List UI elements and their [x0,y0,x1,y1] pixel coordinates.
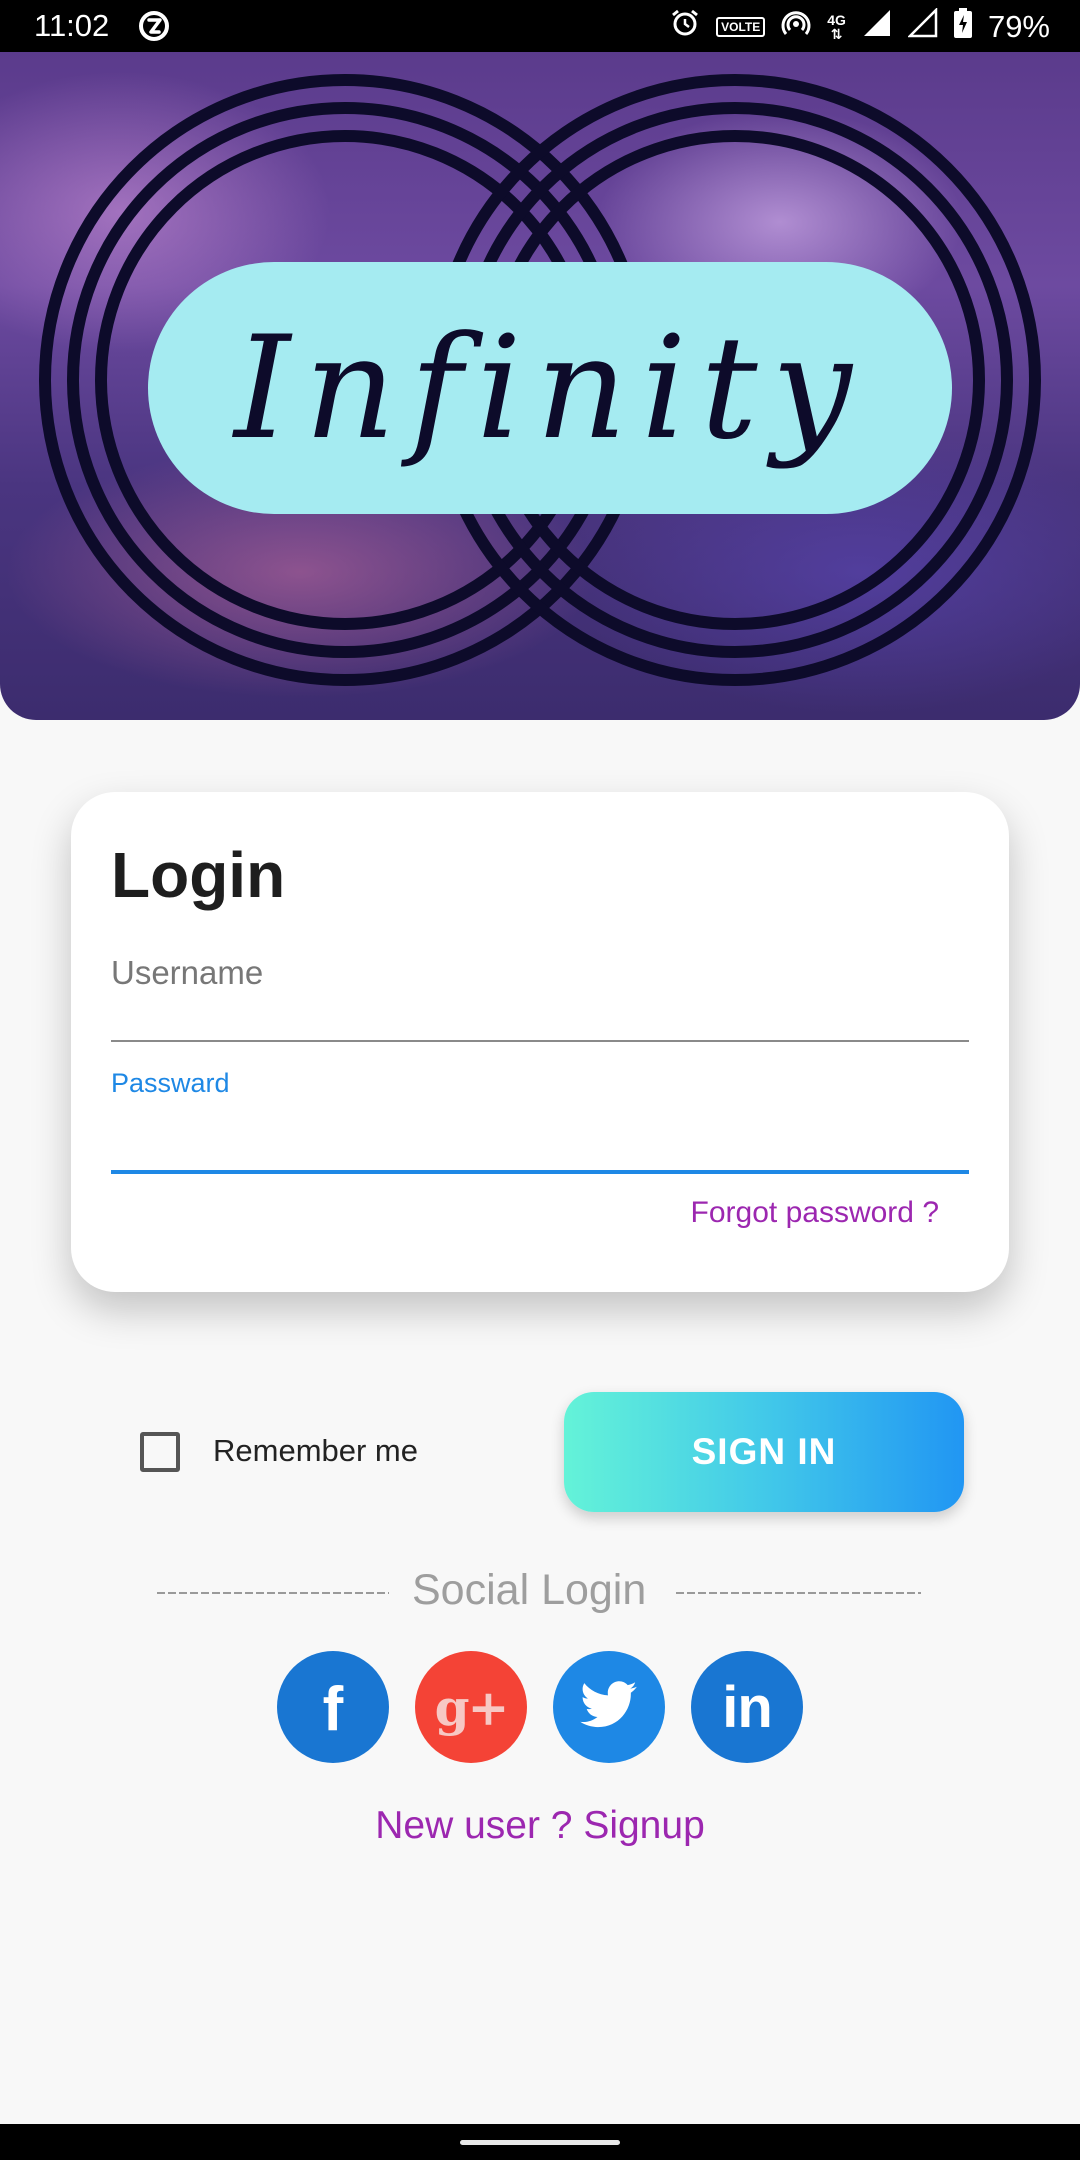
google-plus-icon: g+ [434,1677,510,1737]
do-not-disturb-icon [138,10,170,50]
google-plus-login-button[interactable]: g+ [415,1651,527,1763]
login-title: Login [111,839,286,911]
network-type-label: 4G [827,12,846,28]
4g-data-icon: 4G ⇅ [827,12,846,42]
login-card: Login Username Passward Forgot password … [71,792,1009,1292]
volte-icon: VOLTE [716,17,766,37]
signup-link[interactable]: New user ? Signup [0,1804,1080,1848]
linkedin-icon: in [722,1674,773,1740]
battery-charging-icon [953,8,972,46]
remember-me-label[interactable]: Remember me [213,1433,418,1469]
facebook-login-button[interactable]: f [277,1651,389,1763]
signal-empty-icon [906,6,938,46]
password-field[interactable] [111,1170,969,1174]
status-time: 11:02 [34,8,110,43]
status-bar: 11:02 VOLTE 4G ⇅ 79% [0,0,1080,52]
divider-left [157,1592,389,1594]
facebook-icon: f [322,1674,344,1744]
divider-right [676,1592,921,1594]
logo-pill: Infinity [148,262,952,514]
twitter-icon [580,1680,638,1734]
social-login-title: Social Login [412,1566,647,1614]
login-screen: 11:02 VOLTE 4G ⇅ 79% Infinity Login User… [0,0,1080,2160]
alarm-icon [670,8,700,46]
linkedin-login-button[interactable]: in [691,1651,803,1763]
username-underline [111,1040,969,1042]
app-logo-text: Infinity [234,305,866,471]
sign-in-button[interactable]: SIGN IN [564,1392,964,1512]
forgot-password-link[interactable]: Forgot password ? [691,1196,939,1230]
status-icons: VOLTE 4G ⇅ 79% [670,6,1050,46]
hotspot-icon [781,8,811,46]
signal-full-icon [862,8,892,46]
remember-me-checkbox[interactable] [140,1432,180,1472]
navigation-bar [0,2124,1080,2160]
password-field-label: Passward [111,1068,230,1098]
header-banner: Infinity [0,52,1080,720]
social-login-divider: Social Login [0,1566,1080,1618]
home-gesture-handle[interactable] [460,2140,620,2145]
twitter-login-button[interactable] [553,1651,665,1763]
battery-percentage: 79% [987,9,1050,44]
username-field[interactable]: Username [111,954,263,992]
